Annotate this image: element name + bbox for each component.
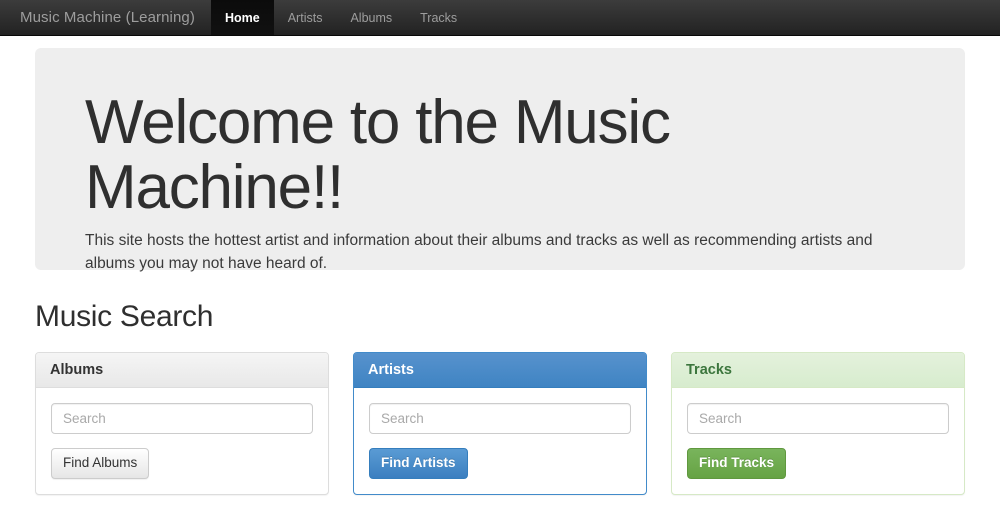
panel-tracks-body: Find Tracks [672,388,964,494]
page-container: Welcome to the Music Machine!! This site… [20,48,980,495]
artists-search-input[interactable] [369,403,631,434]
tracks-search-input[interactable] [687,403,949,434]
nav-item-home[interactable]: Home [210,0,274,35]
nav-item-tracks[interactable]: Tracks [406,0,471,35]
panel-artists: Artists Find Artists [353,352,647,495]
music-search-heading: Music Search [35,300,214,333]
panel-tracks-title: Tracks [672,353,964,388]
nav-item-albums[interactable]: Albums [336,0,406,35]
panel-albums: Albums Find Albums [35,352,329,495]
find-albums-button[interactable]: Find Albums [51,448,150,479]
panel-tracks: Tracks Find Tracks [671,352,965,495]
navbar-nav: Home Artists Albums Tracks [210,0,471,35]
nav-item-artists[interactable]: Artists [274,0,337,35]
panel-artists-body: Find Artists [354,388,646,494]
panel-albums-title: Albums [36,353,328,388]
albums-search-input[interactable] [51,403,313,434]
page-title: Welcome to the Music Machine!! [85,88,671,223]
search-panel-row: Albums Find Albums Artists Find Artists … [35,352,965,495]
find-artists-button[interactable]: Find Artists [369,448,468,479]
navbar-brand[interactable]: Music Machine (Learning) [0,0,211,35]
find-tracks-button[interactable]: Find Tracks [687,448,787,479]
panel-artists-title: Artists [354,353,646,388]
jumbotron-description: This site hosts the hottest artist and i… [85,232,873,272]
jumbotron: Welcome to the Music Machine!! This site… [35,48,965,272]
panel-albums-body: Find Albums [36,388,328,494]
top-navbar: Music Machine (Learning) Home Artists Al… [0,0,1000,36]
